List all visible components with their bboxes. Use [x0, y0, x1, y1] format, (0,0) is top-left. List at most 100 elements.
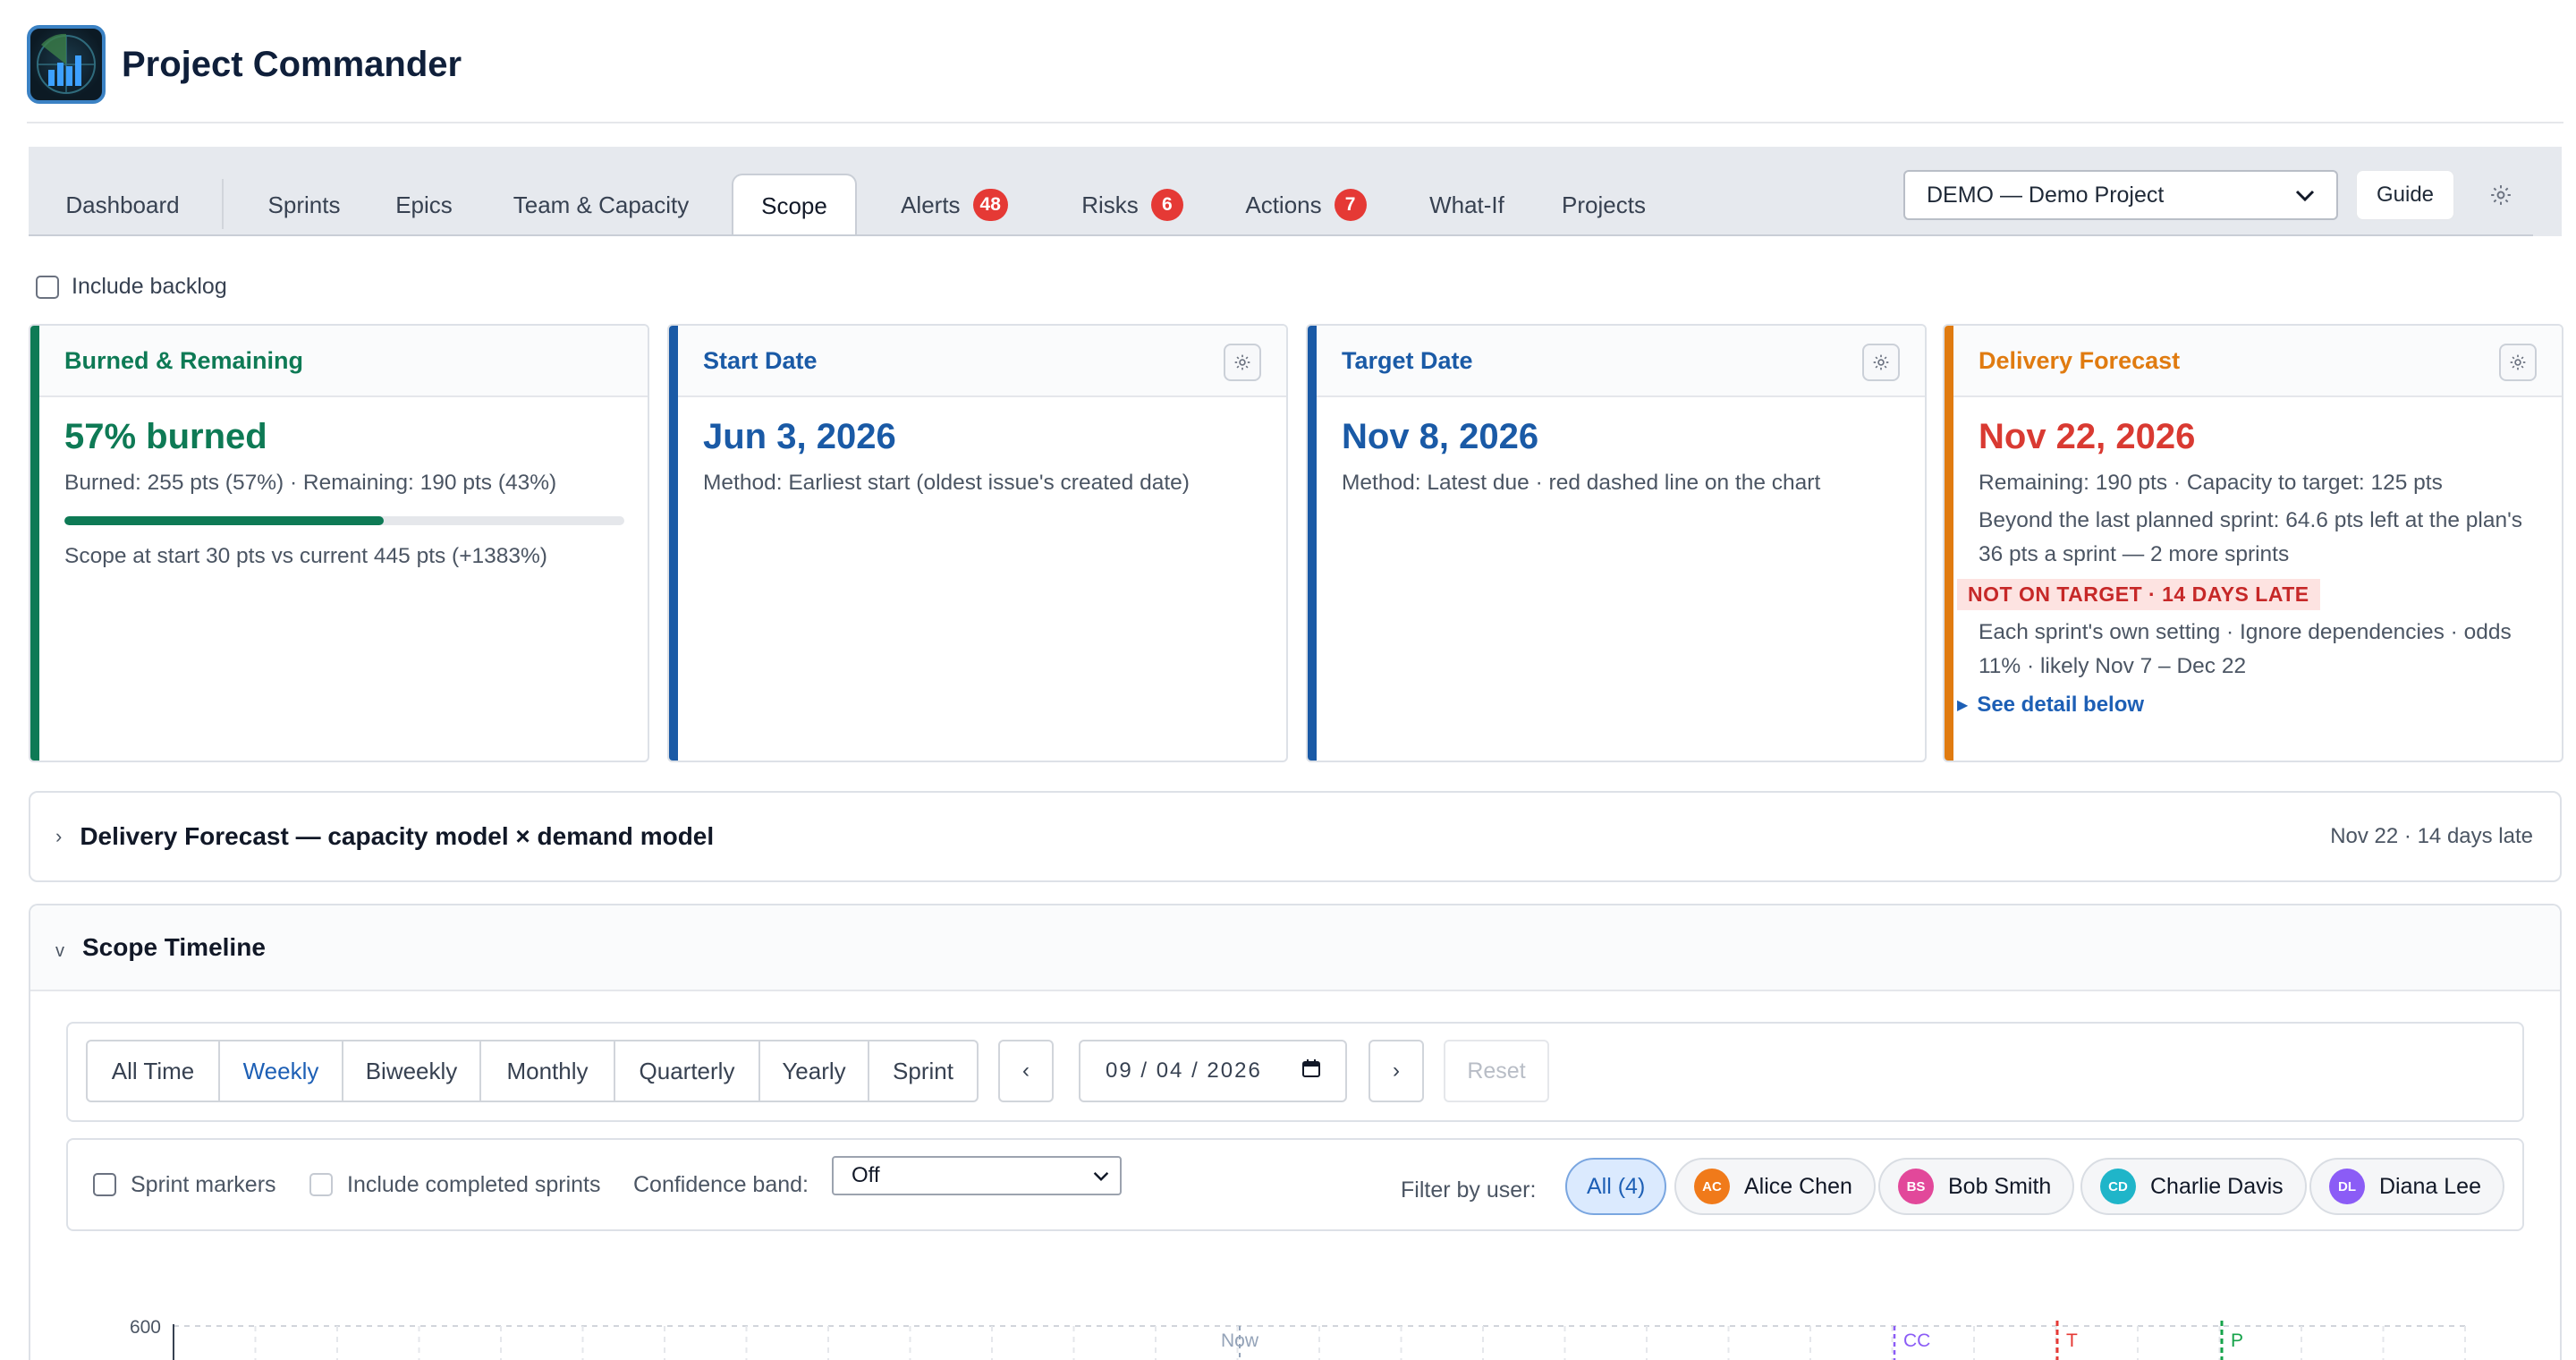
- cc-marker-label: CC: [1903, 1330, 1930, 1351]
- period-monthly-button[interactable]: Monthly: [479, 1040, 615, 1102]
- period-yearly-button[interactable]: Yearly: [758, 1040, 869, 1102]
- user-filter-bob-smith[interactable]: BS Bob Smith: [1878, 1158, 2075, 1215]
- user-filter-charlie-davis[interactable]: CD Charlie Davis: [2080, 1158, 2307, 1215]
- forecast-settings-summary: Each sprint's own setting · Ignore depen…: [1979, 620, 2512, 678]
- delivery-forecast-panel[interactable]: › Delivery Forecast — capacity model × d…: [29, 791, 2562, 882]
- start-date-settings-gear-icon[interactable]: [1224, 344, 1261, 381]
- user-filter-alice-chen[interactable]: AC Alice Chen: [1674, 1158, 1876, 1215]
- tab-what-if[interactable]: What-If: [1413, 174, 1521, 236]
- tab-sprints[interactable]: Sprints: [250, 174, 358, 236]
- settings-gear-icon[interactable]: [2481, 175, 2521, 215]
- projected-marker-label: P: [2231, 1330, 2243, 1351]
- timeline-period-toolbar: All Time Weekly Biweekly Monthly Quarter…: [66, 1022, 2524, 1122]
- scope-change-detail: Scope at start 30 pts vs current 445 pts…: [64, 544, 547, 568]
- sprint-markers-label: Sprint markers: [131, 1171, 276, 1197]
- scope-timeline-title: Scope Timeline: [82, 933, 266, 961]
- forecast-settings-gear-icon[interactable]: [2499, 344, 2537, 381]
- target-date-value: Nov 8, 2026: [1342, 417, 1539, 456]
- sprint-markers-checkbox[interactable]: [93, 1173, 116, 1196]
- tab-risks[interactable]: Risks 6: [1061, 174, 1204, 236]
- period-weekly-button[interactable]: Weekly: [218, 1040, 343, 1102]
- filter-by-user-label: Filter by user:: [1401, 1177, 1537, 1203]
- period-sprint-button[interactable]: Sprint: [868, 1040, 979, 1102]
- start-date-card-title: Start Date: [669, 326, 1286, 397]
- sprint-markers-toggle[interactable]: Sprint markers: [93, 1140, 276, 1229]
- user-filter-all[interactable]: All (4): [1565, 1158, 1667, 1215]
- period-biweekly-button[interactable]: Biweekly: [342, 1040, 481, 1102]
- tab-separator: [222, 179, 224, 229]
- next-period-button[interactable]: ›: [1368, 1040, 1424, 1102]
- include-backlog-toggle[interactable]: Include backlog: [36, 274, 227, 300]
- forecast-remaining-detail: Remaining: 190 pts · Capacity to target:…: [1979, 471, 2443, 495]
- tab-alerts[interactable]: Alerts 48: [878, 174, 1030, 236]
- project-select-value: DEMO — Demo Project: [1927, 182, 2165, 208]
- now-marker-label: Now: [1221, 1330, 1259, 1351]
- burned-progress-bar: [64, 516, 624, 525]
- project-select[interactable]: DEMO — Demo Project: [1903, 170, 2338, 220]
- app-logo-icon: [27, 25, 106, 104]
- include-completed-sprints-toggle[interactable]: Include completed sprints: [309, 1140, 600, 1229]
- tab-dashboard[interactable]: Dashboard: [55, 174, 190, 236]
- include-completed-sprints-label: Include completed sprints: [347, 1171, 601, 1197]
- burned-card-title: Burned & Remaining: [30, 326, 648, 397]
- scope-timeline-chart: 600 Now CC T P: [130, 1317, 2469, 1360]
- risks-count-badge: 6: [1150, 189, 1183, 221]
- tab-team-capacity[interactable]: Team & Capacity: [494, 174, 708, 236]
- target-date-settings-gear-icon[interactable]: [1862, 344, 1900, 381]
- target-date-card-title: Target Date: [1308, 326, 1925, 397]
- forecast-panel-summary: Nov 22 · 14 days late: [2330, 824, 2533, 848]
- burned-progress-fill: [64, 516, 384, 525]
- start-date-value: Jun 3, 2026: [703, 417, 896, 456]
- alerts-count-badge: 48: [972, 189, 1008, 221]
- include-backlog-label: Include backlog: [72, 274, 227, 299]
- target-date-card: Target Date Nov 8, 2026 Method: Latest d…: [1306, 324, 1927, 762]
- period-quarterly-button[interactable]: Quarterly: [614, 1040, 760, 1102]
- forecast-panel-title: Delivery Forecast — capacity model × dem…: [80, 822, 715, 850]
- avatar: AC: [1694, 1169, 1730, 1204]
- tab-epics[interactable]: Epics: [379, 174, 469, 236]
- caret-right-icon: ▶: [1957, 698, 1969, 713]
- timeline-options-toolbar: Sprint markers Include completed sprints…: [66, 1138, 2524, 1231]
- tab-scope[interactable]: Scope: [732, 174, 857, 236]
- marker-now: Now: [1221, 1326, 1259, 1360]
- timeline-date-value: 09 / 04 / 2026: [1106, 1058, 1262, 1083]
- scope-timeline-header[interactable]: v Scope Timeline: [30, 905, 2560, 991]
- y-tick-label-top: 600: [130, 1317, 161, 1338]
- period-all-time-button[interactable]: All Time: [86, 1040, 220, 1102]
- include-backlog-checkbox[interactable]: [36, 275, 59, 299]
- confidence-band-value: Off: [852, 1163, 880, 1187]
- card-accent-bar: [669, 326, 678, 761]
- app-header: Project Commander: [27, 23, 462, 106]
- user-filter-diana-lee[interactable]: DL Diana Lee: [2309, 1158, 2504, 1215]
- timeline-date-input[interactable]: 09 / 04 / 2026: [1079, 1040, 1347, 1102]
- include-completed-sprints-checkbox[interactable]: [309, 1173, 333, 1196]
- avatar: DL: [2329, 1169, 2365, 1204]
- tab-bar-underline: [29, 234, 2533, 236]
- card-accent-bar: [1945, 326, 1953, 761]
- start-date-method: Method: Earliest start (oldest issue's c…: [703, 471, 1190, 495]
- forecast-date-value: Nov 22, 2026: [1979, 417, 2196, 456]
- forecast-beyond-plan-detail: Beyond the last planned sprint: 64.6 pts…: [1979, 508, 2523, 566]
- avatar: CD: [2100, 1169, 2136, 1204]
- confidence-band-select[interactable]: Off: [832, 1156, 1122, 1195]
- previous-period-button[interactable]: ‹: [998, 1040, 1054, 1102]
- actions-count-badge: 7: [1334, 189, 1367, 221]
- chevron-down-icon: v: [55, 940, 64, 961]
- tab-actions[interactable]: Actions 7: [1225, 174, 1386, 236]
- burned-remaining-detail: Burned: 255 pts (57%) · Remaining: 190 p…: [64, 471, 557, 495]
- calendar-icon[interactable]: [1301, 1058, 1322, 1085]
- header-divider: [27, 122, 2563, 123]
- burned-percent-value: 57% burned: [64, 417, 267, 456]
- chevron-right-icon: ›: [55, 825, 63, 847]
- guide-button[interactable]: Guide: [2356, 170, 2454, 220]
- app-title: Project Commander: [122, 44, 462, 84]
- see-detail-link[interactable]: ▶ See detail below: [1957, 693, 2535, 718]
- tab-projects[interactable]: Projects: [1546, 174, 1662, 236]
- marker-cc: CC: [1893, 1326, 1930, 1360]
- target-marker-label: T: [2066, 1330, 2078, 1351]
- reset-button[interactable]: Reset: [1444, 1040, 1549, 1102]
- chevron-down-icon: [1093, 1163, 1109, 1188]
- delivery-forecast-card-title: Delivery Forecast: [1945, 326, 2562, 397]
- start-date-card: Start Date Jun 3, 2026 Method: Earliest …: [667, 324, 1288, 762]
- burned-remaining-card: Burned & Remaining 57% burned Burned: 25…: [29, 324, 649, 762]
